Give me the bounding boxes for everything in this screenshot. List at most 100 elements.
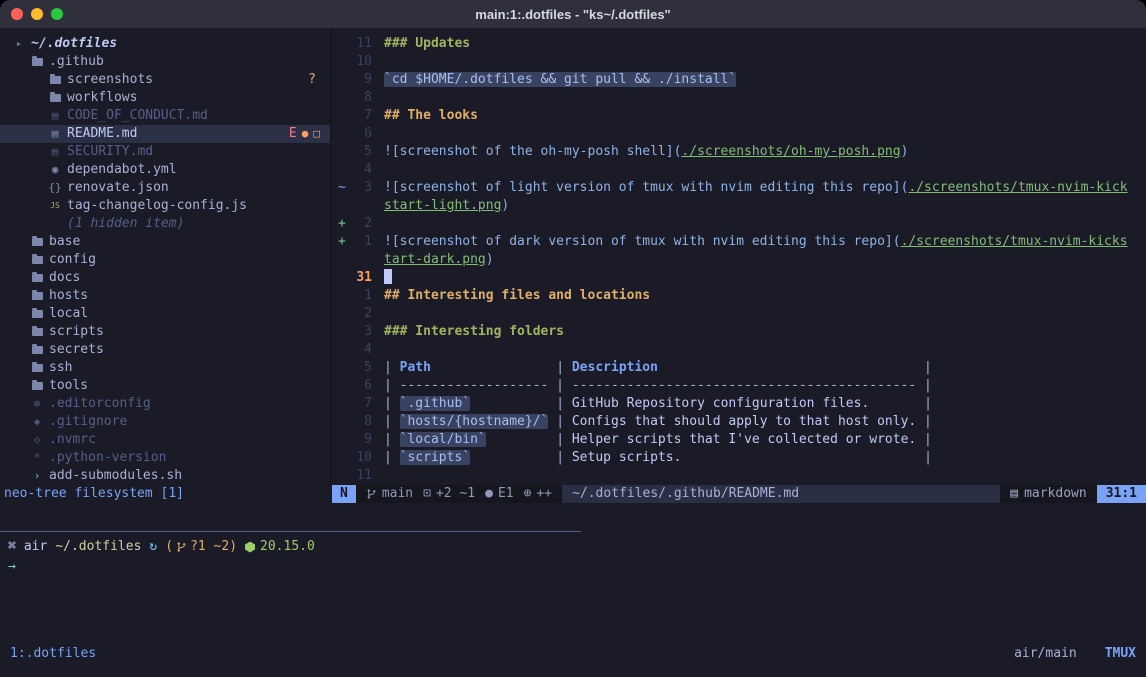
tree-item[interactable]: JStag-changelog-config.js — [0, 197, 330, 215]
cursor-position: 31:1 — [1097, 485, 1146, 503]
tree-item-label: local — [49, 305, 88, 323]
line-number: 10 — [348, 53, 372, 71]
line-text: | `local/bin` | Helper scripts that I've… — [384, 431, 932, 449]
editor-line[interactable]: 7## The looks — [332, 107, 1146, 125]
editor-line[interactable]: 11 — [332, 467, 1146, 485]
line-number: 1 — [348, 233, 372, 251]
gitsign-column — [332, 467, 348, 485]
gitsign-icon: + — [332, 233, 348, 251]
line-text: start-light.png) — [384, 197, 509, 215]
tree-item[interactable]: scripts — [0, 323, 330, 341]
editor-line[interactable]: 2 — [332, 305, 1146, 323]
tree-item[interactable]: secrets — [0, 341, 330, 359]
tree-item-label: .python-version — [49, 449, 166, 467]
git-diff-indicator: ⊡+2 ~1 — [423, 485, 475, 503]
folder-icon — [48, 94, 62, 102]
editor-line[interactable]: 6| ------------------- | ---------------… — [332, 377, 1146, 395]
editor-line[interactable]: +1![screenshot of dark version of tmux w… — [332, 233, 1146, 251]
node-icon — [245, 542, 255, 553]
line-number: 6 — [348, 125, 372, 143]
tree-item[interactable]: docs — [0, 269, 330, 287]
editor-line[interactable]: 9`cd $HOME/.dotfiles && git pull && ./in… — [332, 71, 1146, 89]
editor-line[interactable]: 7| `.github` | GitHub Repository configu… — [332, 395, 1146, 413]
editor-buffer[interactable]: 11### Updates109`cd $HOME/.dotfiles && g… — [332, 28, 1146, 485]
modified-dot-marker: ● — [302, 125, 309, 143]
gear-icon: ⊛ — [30, 395, 44, 413]
tree-item[interactable]: local — [0, 305, 330, 323]
prompt-arrow[interactable]: → — [8, 558, 16, 576]
tree-item[interactable]: ◉dependabot.yml — [0, 161, 330, 179]
tmux-window-item[interactable]: 1:.dotfiles — [10, 645, 96, 663]
editor-line[interactable]: 10 — [332, 53, 1146, 71]
tree-item[interactable]: ▤SECURITY.md — [0, 143, 330, 161]
editor-line[interactable]: 3### Interesting folders — [332, 323, 1146, 341]
gitsign-column — [332, 323, 348, 341]
tree-item[interactable]: ▸~/.dotfiles — [0, 35, 330, 53]
tmux-pane-divider[interactable] — [0, 531, 581, 532]
gitsign-column — [332, 107, 348, 125]
shell-icon: › — [30, 467, 44, 485]
close-window-button[interactable] — [11, 8, 23, 20]
tree-item[interactable]: ▤README.mdE●□ — [0, 125, 330, 143]
tree-item[interactable]: .github — [0, 53, 330, 71]
tree-item[interactable]: *.python-version — [0, 449, 330, 467]
neotree-statusline: neo-tree filesystem [1] — [0, 485, 332, 503]
minimize-window-button[interactable] — [31, 8, 43, 20]
tree-item[interactable]: ◇.nvmrc — [0, 431, 330, 449]
editor-line[interactable]: +2 — [332, 215, 1146, 233]
folder-icon — [30, 328, 44, 336]
line-text: ## Interesting files and locations — [384, 287, 650, 305]
tree-item-label: .nvmrc — [49, 431, 96, 449]
editor-line[interactable]: 10| `scripts` | Setup scripts. | — [332, 449, 1146, 467]
tmux-session-label[interactable]: air/main — [1014, 645, 1077, 663]
gitsign-column — [332, 71, 348, 89]
git-icon: ◆ — [30, 413, 44, 431]
tree-item[interactable]: hosts — [0, 287, 330, 305]
plus-icon: ⊕ — [524, 485, 532, 503]
tree-item-label: tools — [49, 377, 88, 395]
tree-item[interactable]: workflows — [0, 89, 330, 107]
tree-item[interactable]: ◆.gitignore — [0, 413, 330, 431]
gitsign-column — [332, 161, 348, 179]
shell-prompt[interactable]: ⌘ air ~/.dotfiles ↻ (?1 ~2) 20.15.0 — [8, 538, 323, 556]
editor-line[interactable]: start-light.png) — [332, 197, 1146, 215]
tree-item[interactable]: ssh — [0, 359, 330, 377]
line-number: 6 — [348, 377, 372, 395]
git-branch-icon — [176, 541, 187, 553]
editor-line[interactable]: 5![screenshot of the oh-my-posh shell](.… — [332, 143, 1146, 161]
file-tree[interactable]: ▸~/.dotfiles.githubscreenshots?workflows… — [0, 28, 330, 485]
line-number: 4 — [348, 341, 372, 359]
editor-line[interactable]: 5| Path | Description | — [332, 359, 1146, 377]
editor-line[interactable]: 8| `hosts/{hostname}/` | Configs that sh… — [332, 413, 1146, 431]
editor-line[interactable]: 8 — [332, 89, 1146, 107]
tree-item[interactable]: config — [0, 251, 330, 269]
editor-line[interactable]: 1## Interesting files and locations — [332, 287, 1146, 305]
editor-line[interactable]: 4 — [332, 161, 1146, 179]
nvim-statusline[interactable]: N main ⊡+2 ~1 ●E1 ⊕++ ~/.dotfiles/.githu… — [332, 485, 1146, 503]
apple-icon: ⌘ — [8, 538, 16, 556]
editor-line[interactable]: ~3![screenshot of light version of tmux … — [332, 179, 1146, 197]
tree-item[interactable]: ⊛.editorconfig — [0, 395, 330, 413]
tree-item[interactable]: ›add-submodules.sh — [0, 467, 330, 485]
tree-item[interactable]: screenshots? — [0, 71, 330, 89]
line-number: 7 — [348, 107, 372, 125]
editor-line[interactable]: 31 — [332, 269, 1146, 287]
editor-line[interactable]: tart-dark.png) — [332, 251, 1146, 269]
tree-item[interactable]: ▤CODE_OF_CONDUCT.md — [0, 107, 330, 125]
gitsign-icon: ~ — [332, 179, 348, 197]
traffic-lights — [11, 8, 63, 20]
tree-item[interactable]: {}renovate.json — [0, 179, 330, 197]
editor-line[interactable]: 6 — [332, 125, 1146, 143]
editor-line[interactable]: 4 — [332, 341, 1146, 359]
tree-item[interactable]: base — [0, 233, 330, 251]
editor-line[interactable]: 9| `local/bin` | Helper scripts that I'v… — [332, 431, 1146, 449]
tree-item[interactable]: tools — [0, 377, 330, 395]
line-text: ### Interesting folders — [384, 323, 564, 341]
js-icon: JS — [48, 197, 62, 215]
nvim-pane: ▸~/.dotfiles.githubscreenshots?workflows… — [0, 28, 1146, 485]
tree-item[interactable]: (1 hidden item) — [0, 215, 330, 233]
window-title: main:1:.dotfiles - "ks~/.dotfiles" — [475, 7, 670, 22]
gitsign-column — [332, 197, 348, 215]
zoom-window-button[interactable] — [51, 8, 63, 20]
editor-line[interactable]: 11### Updates — [332, 35, 1146, 53]
